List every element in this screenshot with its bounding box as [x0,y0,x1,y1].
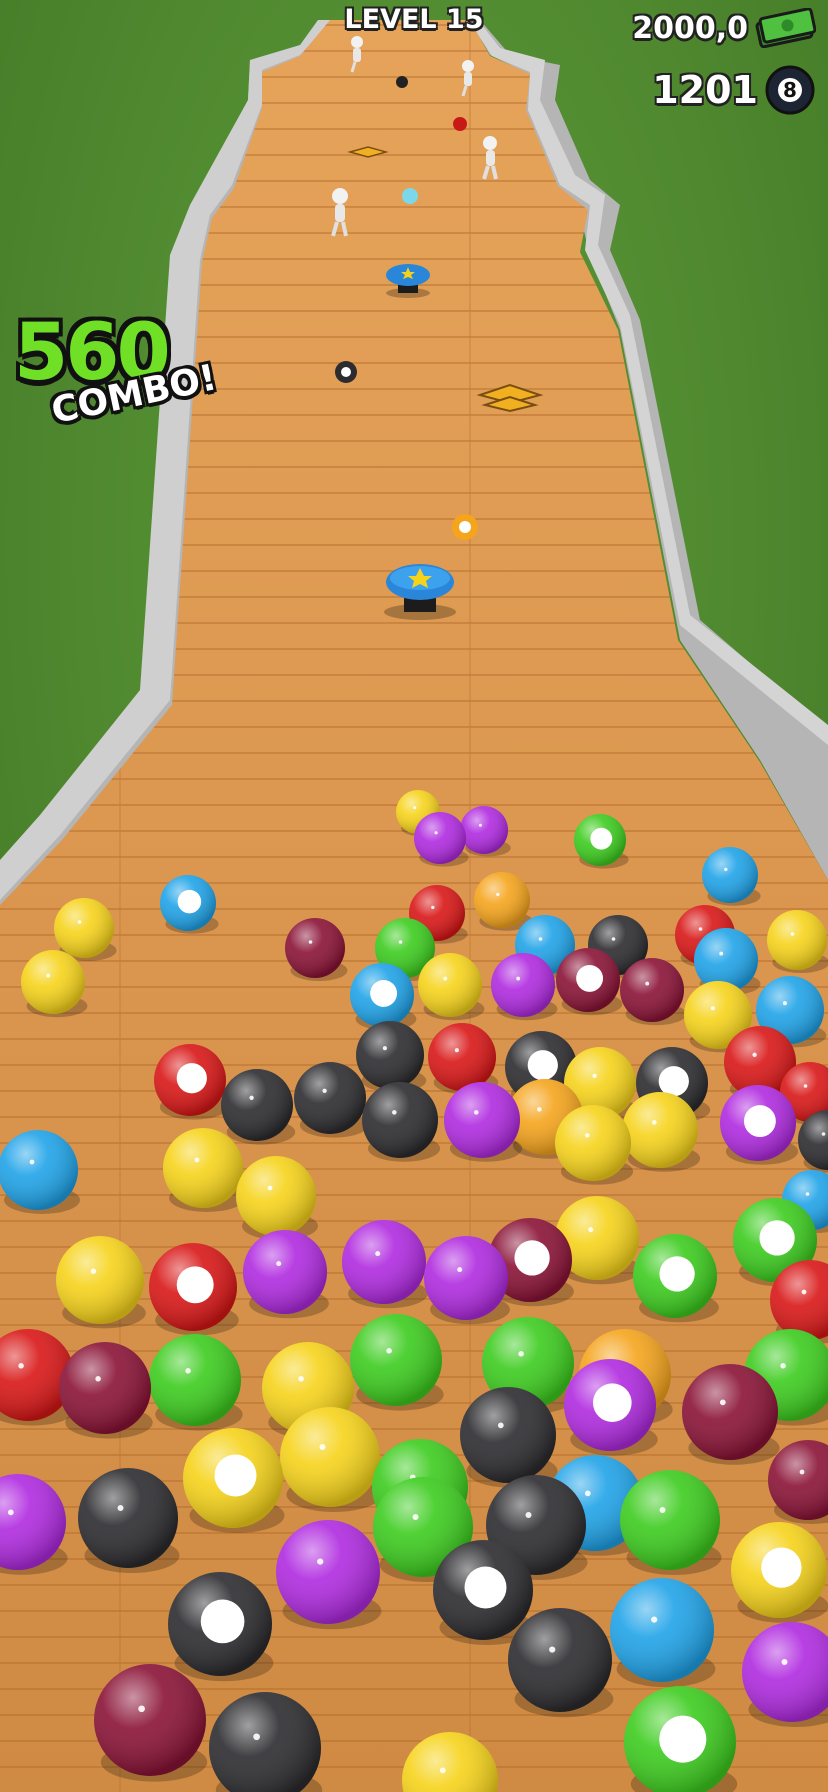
ball-number-badge [341,367,351,377]
pool-ball [396,76,408,88]
ball-number-badge [658,1066,689,1097]
ball-number-badge [743,1105,776,1138]
ball-number-badge [759,1220,795,1256]
ball-number-badge [590,827,613,850]
ball-number-badge [576,964,604,992]
ball-number-badge [659,1715,707,1763]
pool-ball [767,910,828,973]
ball-number-badge [527,1050,558,1081]
ball-number-badge [514,1240,550,1276]
pool-ball [168,1572,274,1682]
ball-number-badge [370,979,398,1007]
ball-number-badge [200,1599,245,1644]
bumper-obstacle [386,264,430,298]
pool-ball [183,1428,285,1533]
pool-ball [94,1664,208,1782]
pool-ball [682,1364,780,1465]
pool-ball [508,1608,614,1718]
bumper-obstacle [384,564,456,620]
ball-number-badge [176,1063,207,1094]
pool-ball [280,1407,382,1512]
eight-ball-icon: 8 [765,65,815,115]
ball-number-badge [214,1454,257,1497]
pool-ball [453,117,467,131]
pool-ball [78,1468,180,1573]
cash-icon [755,8,816,48]
ball-number-badge [761,1547,802,1588]
ball-number-badge [659,1256,695,1292]
money-counter: 2000,0 [632,8,816,48]
money-value: 2000,0 [632,10,748,46]
pool-ball [620,1470,722,1575]
gem-pickup [402,188,418,204]
combo-popup: 560 COMBO! [14,314,224,454]
ball-number-badge [459,521,471,533]
ball-number-badge [464,1566,507,1609]
ball-count-value: 1201 [652,68,758,112]
pool-ball [731,1522,828,1623]
ball-number-badge [592,1383,632,1423]
pool-ball [610,1578,716,1688]
pool-ball [276,1520,382,1630]
eight-ball-number: 8 [783,78,797,102]
ball-number-badge [177,889,202,914]
game-scene[interactable] [0,0,828,1792]
pool-ball [460,1387,558,1488]
ball-number-badge [176,1266,214,1304]
ball-counter: 1201 8 [652,64,816,116]
